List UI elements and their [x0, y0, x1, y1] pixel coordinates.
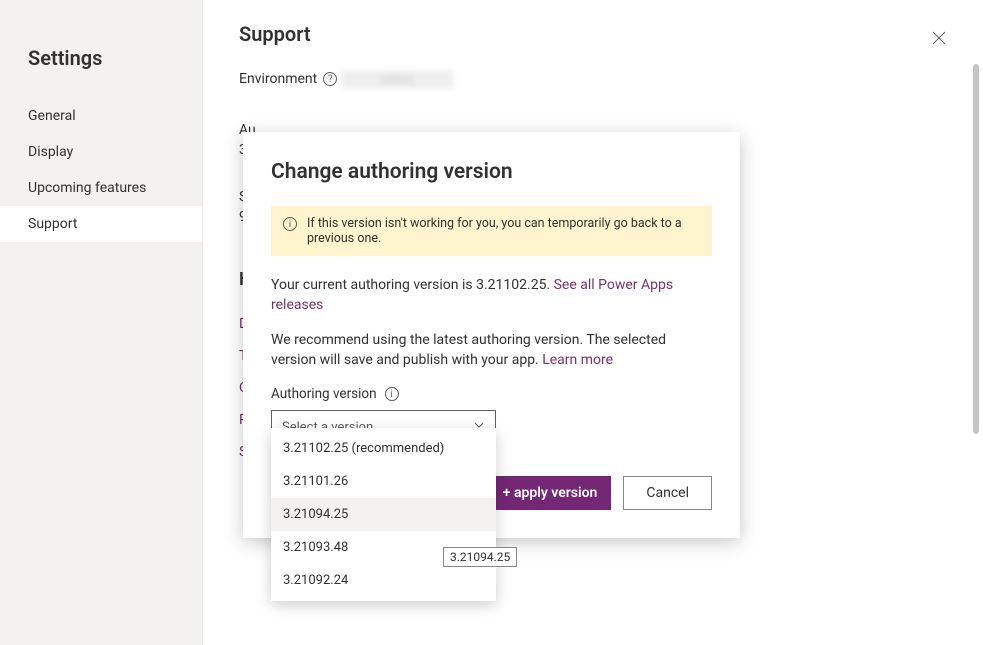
sidebar-item-display[interactable]: Display	[0, 134, 202, 170]
scrollbar-track[interactable]	[973, 64, 979, 605]
version-warning-alert: i If this version isn't working for you,…	[271, 206, 712, 256]
apply-version-label: apply version	[514, 485, 597, 501]
settings-sidebar: Settings General Display Upcoming featur…	[0, 0, 203, 645]
environment-value-redacted: xxxxx	[341, 70, 453, 89]
recommend-text: We recommend using the latest authoring …	[271, 331, 712, 370]
version-option[interactable]: 3.21102.25 (recommended)	[271, 432, 496, 465]
current-version-text: Your current authoring version is 3.2110…	[271, 276, 712, 315]
close-button[interactable]	[923, 22, 955, 54]
current-version-prefix: Your current authoring version is	[271, 277, 476, 293]
cancel-button[interactable]: Cancel	[623, 476, 712, 510]
sidebar-item-upcoming-features[interactable]: Upcoming features	[0, 170, 202, 206]
authoring-version-label-text: Authoring version	[271, 386, 377, 402]
authoring-version-label: Authoring version i	[271, 386, 712, 402]
environment-label-text: Environment	[239, 71, 317, 87]
modal-title: Change authoring version	[271, 160, 712, 184]
version-tooltip: 3.21094.25	[443, 547, 517, 567]
reload-apply-version-button[interactable]: + apply version	[489, 476, 612, 510]
info-icon[interactable]: ?	[323, 72, 337, 86]
version-dropdown-list: 3.21102.25 (recommended) 3.21101.26 3.21…	[271, 428, 496, 601]
version-option[interactable]: 3.21101.26	[271, 465, 496, 498]
version-option[interactable]: 3.21094.25	[271, 498, 496, 531]
version-option[interactable]: 3.21092.24	[271, 564, 496, 597]
sidebar-item-general[interactable]: General	[0, 98, 202, 134]
sidebar-title: Settings	[0, 36, 202, 98]
scrollbar-thumb[interactable]	[973, 64, 979, 434]
current-version-value: 3.21102.25	[476, 277, 546, 293]
page-title: Support	[239, 22, 947, 46]
close-icon	[931, 30, 947, 46]
info-icon: i	[283, 217, 297, 231]
learn-more-link[interactable]: Learn more	[542, 352, 613, 368]
environment-label: Environment ?	[239, 71, 337, 87]
info-icon[interactable]: i	[385, 387, 399, 401]
alert-text: If this version isn't working for you, y…	[307, 216, 700, 246]
change-authoring-version-dialog: Change authoring version i If this versi…	[243, 132, 740, 538]
sidebar-item-support[interactable]: Support	[0, 206, 202, 242]
